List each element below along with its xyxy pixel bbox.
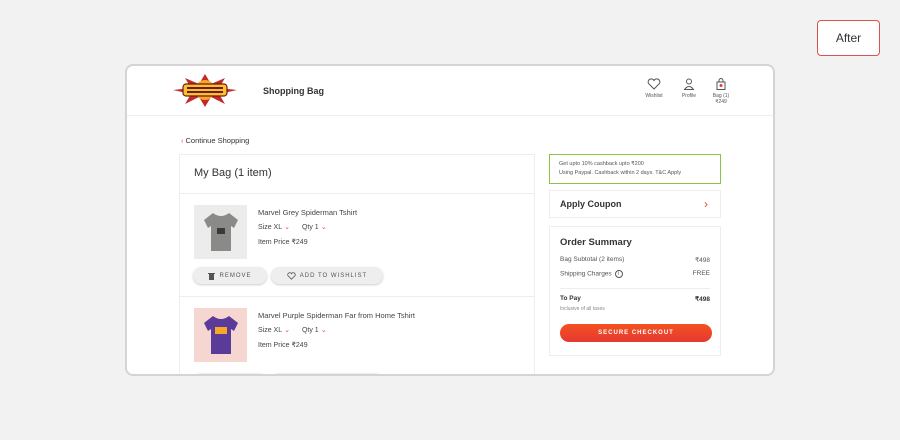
to-pay-row: To Pay ₹498 [560,295,710,303]
secure-checkout-button[interactable]: SECURE CHECKOUT [560,324,712,342]
chevron-down-icon: ⌄ [320,224,327,231]
size-select[interactable]: Size XL ⌄ [258,327,290,334]
bag-amount: ₹249 [715,99,727,105]
heart-icon [647,78,661,90]
bag-icon [716,78,726,90]
profile-label: Profile [681,93,697,99]
product-name[interactable]: Marvel Purple Spiderman Far from Home Ts… [258,311,415,320]
qty-select[interactable]: Qty 1 ⌄ [302,224,327,231]
chevron-left-icon: ‹ [181,136,184,145]
product-image[interactable] [194,308,247,362]
subtotal-value: ₹498 [695,257,710,264]
header: Shopping Bag Wishlist Profile Bag (1) ₹2… [127,66,773,116]
product-options: Size XL ⌄ Qty 1 ⌄ [258,326,327,334]
heart-icon [287,271,296,280]
add-to-wishlist-button[interactable] [271,373,383,374]
product-price: Item Price ₹249 [258,239,308,246]
product-price: Item Price ₹249 [258,342,308,349]
info-icon[interactable]: i [614,270,623,278]
continue-label: Continue Shopping [185,136,250,145]
product-image[interactable] [194,205,247,259]
remove-button[interactable]: REMOVE [193,267,267,284]
continue-shopping-link[interactable]: ‹ Continue Shopping [181,136,249,145]
wishlist-label: Wishlist [645,93,663,99]
apply-coupon-label: Apply Coupon [560,199,622,209]
divider [180,193,534,194]
shipping-value: FREE [692,270,710,277]
size-select[interactable]: Size XL ⌄ [258,224,290,231]
to-pay-value: ₹498 [695,296,710,303]
after-badge: After [817,20,880,56]
profile-link[interactable]: Profile [677,78,701,99]
cashback-line-2: Using Paypal. Cashback within 2 days. T&… [559,170,682,176]
order-summary-title: Order Summary [560,237,632,248]
subtotal-row: Bag Subtotal (2 items) ₹498 [560,256,710,264]
brand-logo[interactable] [171,72,239,108]
add-to-wishlist-button[interactable]: ADD TO WISHLIST [271,267,383,284]
chevron-down-icon: ⌄ [320,327,327,334]
chevron-down-icon: ⌄ [284,327,290,334]
chevron-right-icon: › [704,197,708,211]
chevron-down-icon: ⌄ [284,224,290,231]
trash-icon [208,272,216,280]
page-title: Shopping Bag [263,86,324,96]
tshirt-icon [204,316,238,354]
remove-button[interactable] [193,373,267,374]
cashback-line-1: Get upto 10% cashback upto ₹200 [559,161,644,167]
order-summary: Order Summary Bag Subtotal (2 items) ₹49… [549,226,721,356]
bag-link[interactable]: Bag (1) ₹249 [708,78,734,105]
shipping-row: Shipping Charges i FREE [560,270,710,278]
divider [560,288,710,289]
wishlist-link[interactable]: Wishlist [641,78,667,99]
bag-item: Marvel Purple Spiderman Far from Home Ts… [180,298,534,374]
bag-panel: My Bag (1 item) Marvel Grey Spiderman Ts… [179,154,535,374]
qty-select[interactable]: Qty 1 ⌄ [302,327,327,334]
cashback-banner: Get upto 10% cashback upto ₹200 Using Pa… [549,154,721,184]
bag-title: My Bag (1 item) [194,167,272,179]
product-name[interactable]: Marvel Grey Spiderman Tshirt [258,208,357,217]
user-icon [683,78,695,90]
bag-item: Marvel Grey Spiderman Tshirt Size XL ⌄ Qt… [180,195,534,297]
product-options: Size XL ⌄ Qty 1 ⌄ [258,223,327,231]
app-window: Shopping Bag Wishlist Profile Bag (1) ₹2… [125,64,775,376]
apply-coupon-button[interactable]: Apply Coupon › [549,190,721,218]
tshirt-icon [204,213,238,251]
